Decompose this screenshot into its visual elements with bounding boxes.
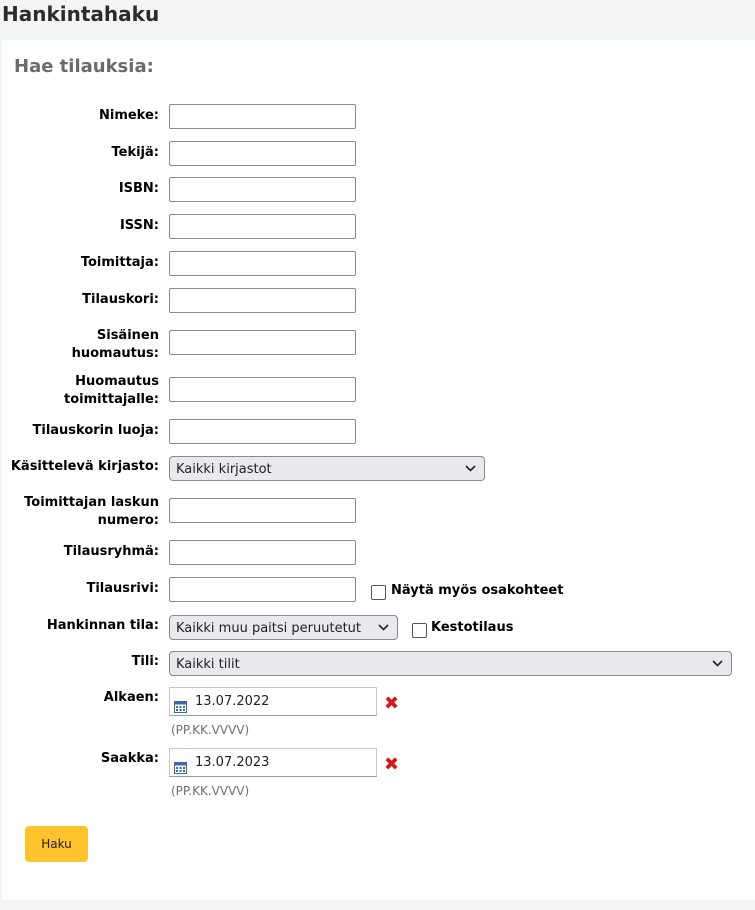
internal-note-label: Sisäinen huomautus: (71, 328, 159, 361)
internal-note-input[interactable] (169, 330, 356, 355)
basket-input[interactable] (169, 288, 356, 313)
order-line-label: Tilausrivi: (86, 581, 159, 596)
vendor-label: Toimittaja: (80, 255, 159, 270)
show-subitems-checkbox[interactable] (371, 585, 386, 600)
chevron-down-icon (378, 616, 389, 631)
issn-label: ISSN: (119, 218, 159, 233)
from-date-value: 13.07.2022 (195, 694, 270, 709)
status-select[interactable]: Kaikki muu paitsi peruutetut (169, 615, 398, 640)
from-date-input[interactable]: 13.07.2022 (169, 687, 377, 716)
status-select-value: Kaikki muu paitsi peruutetut (176, 621, 361, 636)
clear-date-icon[interactable]: ✖ (384, 756, 399, 774)
library-label: Käsittelevä kirjasto: (10, 459, 159, 474)
order-group-label: Tilausryhmä: (63, 544, 159, 559)
to-date-label: Saakka: (100, 751, 159, 766)
calendar-icon[interactable] (174, 757, 187, 784)
chevron-down-icon (465, 457, 476, 472)
to-date-value: 13.07.2023 (195, 755, 270, 770)
author-label: Tekijä: (111, 145, 160, 160)
author-input[interactable] (169, 141, 356, 166)
isbn-label: ISBN: (118, 181, 159, 196)
clear-date-icon[interactable]: ✖ (384, 695, 399, 713)
order-group-input[interactable] (169, 540, 356, 565)
title-label: Nimeke: (98, 108, 159, 123)
from-date-label: Alkaen: (103, 690, 159, 705)
invoice-number-label: Toimittajan laskun numero: (24, 495, 159, 528)
fund-label: Tili: (131, 654, 159, 669)
calendar-icon[interactable] (174, 696, 187, 723)
title-input[interactable] (169, 104, 356, 129)
library-select-value: Kaikki kirjastot (176, 462, 272, 477)
basket-creator-input[interactable] (169, 419, 356, 444)
to-date-input[interactable]: 13.07.2023 (169, 748, 377, 777)
basket-label: Tilauskori: (82, 292, 159, 307)
vendor-note-input[interactable] (169, 377, 356, 402)
fund-select-value: Kaikki tilit (176, 657, 240, 672)
issn-input[interactable] (169, 214, 356, 239)
search-button[interactable]: Haku (25, 826, 88, 862)
show-subitems-label[interactable]: Näytä myös osakohteet (391, 583, 563, 598)
library-select[interactable]: Kaikki kirjastot (169, 456, 485, 481)
basket-creator-label: Tilauskorin luoja: (32, 423, 160, 438)
vendor-input[interactable] (169, 251, 356, 276)
status-label: Hankinnan tila: (46, 618, 159, 633)
vendor-note-label: Huomautus toimittajalle: (64, 374, 159, 407)
isbn-input[interactable] (169, 177, 356, 202)
date-format-hint: (PP.KK.VVVV) (171, 723, 250, 737)
standing-order-checkbox[interactable] (412, 623, 427, 638)
form-title: Hae tilauksia: (14, 56, 154, 77)
order-line-input[interactable] (169, 577, 356, 602)
date-format-hint: (PP.KK.VVVV) (171, 784, 250, 798)
chevron-down-icon (712, 652, 723, 667)
fund-select[interactable]: Kaikki tilit (169, 651, 732, 676)
page-title: Hankintahaku (2, 2, 160, 26)
search-form-panel: Hae tilauksia: Nimeke: Tekijä: ISBN: ISS… (2, 40, 755, 900)
standing-order-label[interactable]: Kestotilaus (431, 620, 513, 635)
invoice-number-input[interactable] (169, 498, 356, 523)
